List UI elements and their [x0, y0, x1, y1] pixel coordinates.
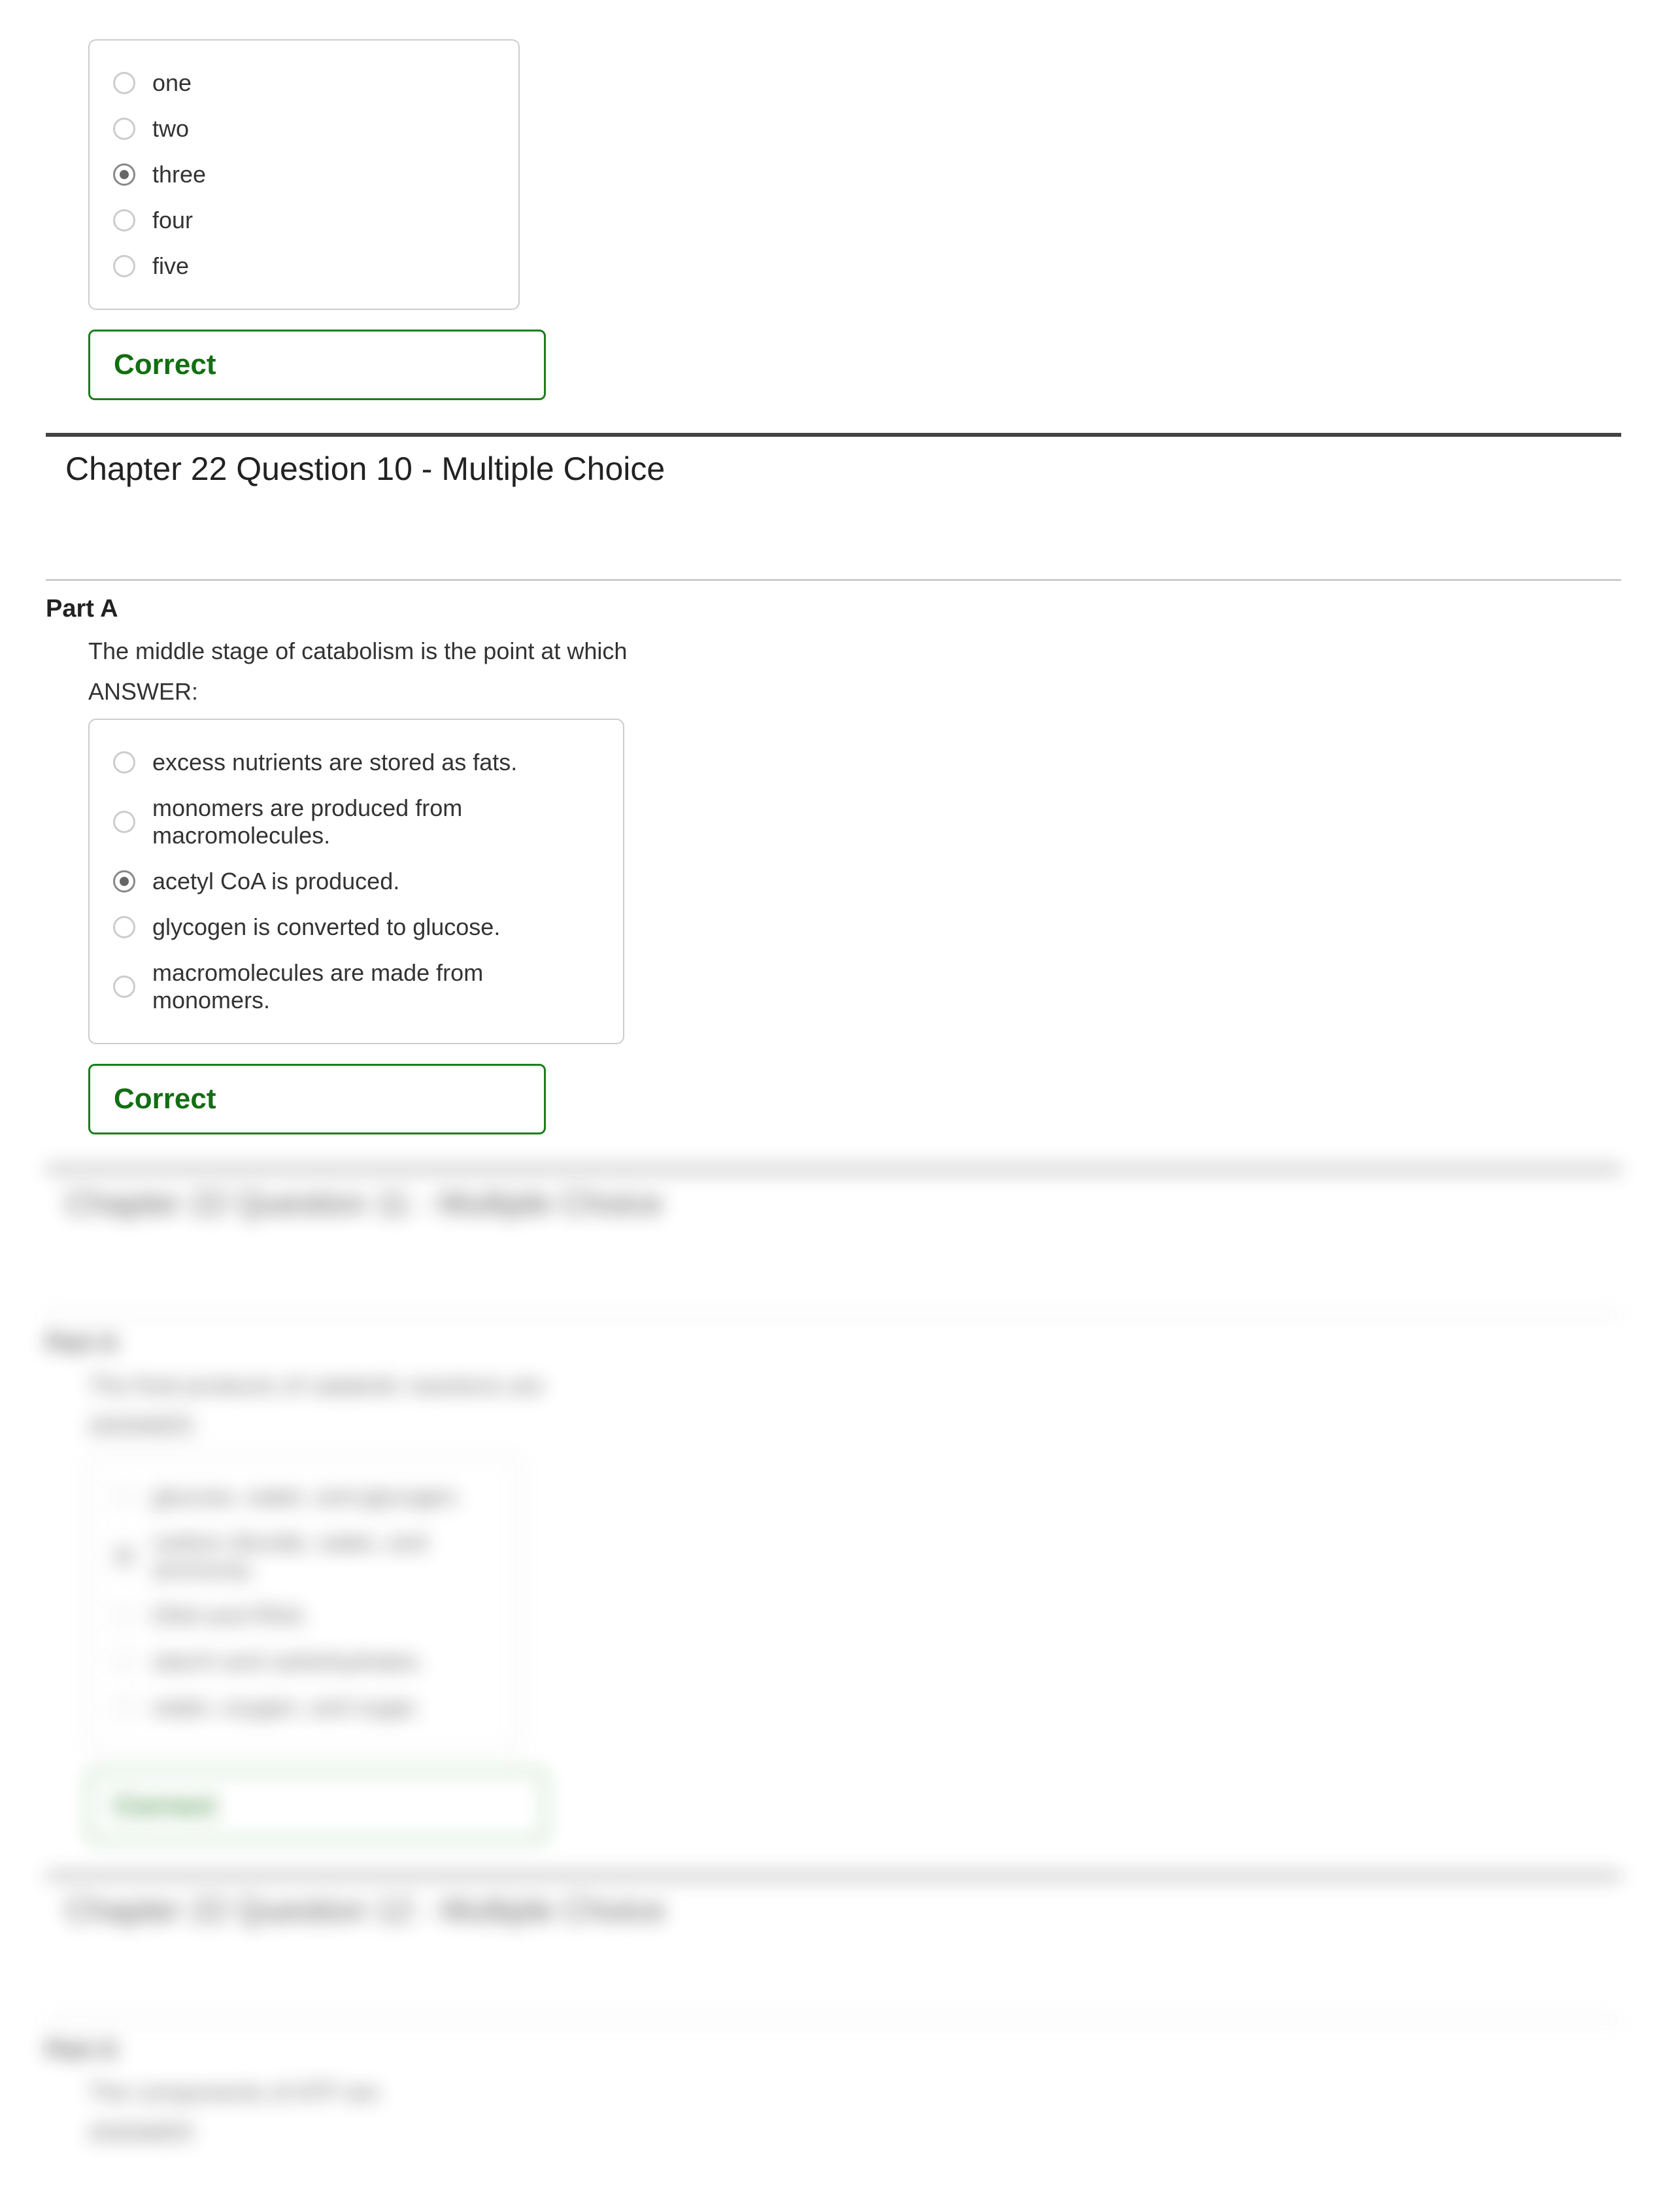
- option-row: starch and carbohydrates.: [113, 1639, 495, 1684]
- radio-icon-selected: [113, 163, 135, 186]
- radio-icon: [113, 976, 135, 998]
- option-row[interactable]: three: [113, 152, 495, 197]
- question-10-block: Part A The middle stage of catabolism is…: [46, 595, 1621, 1134]
- option-label: macromolecules are made from monomers.: [152, 959, 599, 1014]
- options-box: one two three four five: [88, 39, 520, 310]
- option-label: starch and carbohydrates.: [152, 1648, 424, 1675]
- question-title: Chapter 22 Question 11 - Multiple Choice: [65, 1184, 1621, 1222]
- option-row[interactable]: macromolecules are made from monomers.: [113, 950, 599, 1023]
- radio-icon: [113, 209, 135, 231]
- option-row[interactable]: one: [113, 60, 495, 106]
- option-row[interactable]: acetyl CoA is produced.: [113, 859, 599, 904]
- option-row[interactable]: monomers are produced from macromolecule…: [113, 785, 599, 859]
- option-row[interactable]: two: [113, 106, 495, 152]
- option-row: carbon dioxide, water, and ammonia.: [113, 1520, 495, 1593]
- option-label: monomers are produced from macromolecule…: [152, 794, 599, 849]
- option-row[interactable]: glycogen is converted to glucose.: [113, 904, 599, 950]
- divider-thin: [46, 579, 1621, 581]
- radio-icon: [113, 1605, 135, 1627]
- options-box: excess nutrients are stored as fats. mon…: [88, 719, 624, 1044]
- divider: [46, 1167, 1621, 1171]
- feedback-label: Correct: [114, 1790, 216, 1822]
- option-label: two: [152, 115, 189, 143]
- radio-icon: [113, 255, 135, 277]
- feedback-box: Correct: [88, 1064, 546, 1134]
- option-row: water, oxygen, and sugar.: [113, 1684, 495, 1730]
- option-label: acetyl CoA is produced.: [152, 868, 399, 895]
- divider: [46, 433, 1621, 437]
- divider-thin: [46, 2020, 1621, 2022]
- question-12-block: Part A The components of ATP are ANSWER:: [46, 2036, 1621, 2147]
- feedback-label: Correct: [114, 1083, 216, 1115]
- option-label: three: [152, 161, 206, 188]
- option-label: five: [152, 252, 189, 280]
- radio-icon: [113, 72, 135, 94]
- radio-icon: [113, 751, 135, 774]
- option-label: water, oxygen, and sugar.: [152, 1693, 420, 1721]
- blurred-preview: Chapter 22 Question 11 - Multiple Choice…: [46, 1167, 1621, 2147]
- question-title: Chapter 22 Question 10 - Multiple Choice: [65, 450, 1621, 488]
- radio-icon: [113, 916, 135, 938]
- option-label: DNA and RNA.: [152, 1602, 309, 1629]
- radio-icon: [113, 1696, 135, 1718]
- feedback-box: Correct: [88, 1771, 546, 1841]
- option-row[interactable]: excess nutrients are stored as fats.: [113, 740, 599, 785]
- answer-label: ANSWER:: [88, 1412, 1621, 1440]
- feedback-label: Correct: [114, 349, 216, 381]
- option-row[interactable]: four: [113, 197, 495, 243]
- radio-icon: [113, 1650, 135, 1673]
- option-label: carbon dioxide, water, and ammonia.: [152, 1529, 495, 1584]
- question-prompt: The final products of catabolic reaction…: [88, 1372, 1621, 1399]
- question-prompt: The components of ATP are: [88, 2079, 1621, 2106]
- option-label: glucose, water, and glycogen.: [152, 1483, 462, 1510]
- option-label: one: [152, 69, 192, 97]
- radio-icon: [113, 118, 135, 140]
- question-11-block: Part A The final products of catabolic r…: [46, 1329, 1621, 1841]
- option-row: glucose, water, and glycogen.: [113, 1474, 495, 1520]
- radio-icon: [113, 1486, 135, 1508]
- question-prompt: The middle stage of catabolism is the po…: [88, 638, 1621, 665]
- part-label: Part A: [46, 595, 1621, 623]
- divider: [46, 1874, 1621, 1878]
- divider-thin: [46, 1314, 1621, 1315]
- feedback-box: Correct: [88, 330, 546, 400]
- radio-icon: [113, 811, 135, 833]
- radio-icon-selected: [113, 870, 135, 893]
- part-label: Part A: [46, 1329, 1621, 1357]
- options-box: glucose, water, and glycogen. carbon dio…: [88, 1453, 520, 1751]
- question-title: Chapter 22 Question 12 - Multiple Choice: [65, 1891, 1621, 1929]
- option-label: four: [152, 207, 193, 234]
- question-9-block: one two three four five Correct: [46, 39, 1621, 400]
- option-row: DNA and RNA.: [113, 1593, 495, 1639]
- option-label: glycogen is converted to glucose.: [152, 913, 500, 941]
- answer-label: ANSWER:: [88, 678, 1621, 706]
- part-label: Part A: [46, 2036, 1621, 2064]
- option-row[interactable]: five: [113, 243, 495, 289]
- radio-icon-selected: [113, 1545, 135, 1567]
- answer-label: ANSWER:: [88, 2119, 1621, 2147]
- option-label: excess nutrients are stored as fats.: [152, 749, 517, 776]
